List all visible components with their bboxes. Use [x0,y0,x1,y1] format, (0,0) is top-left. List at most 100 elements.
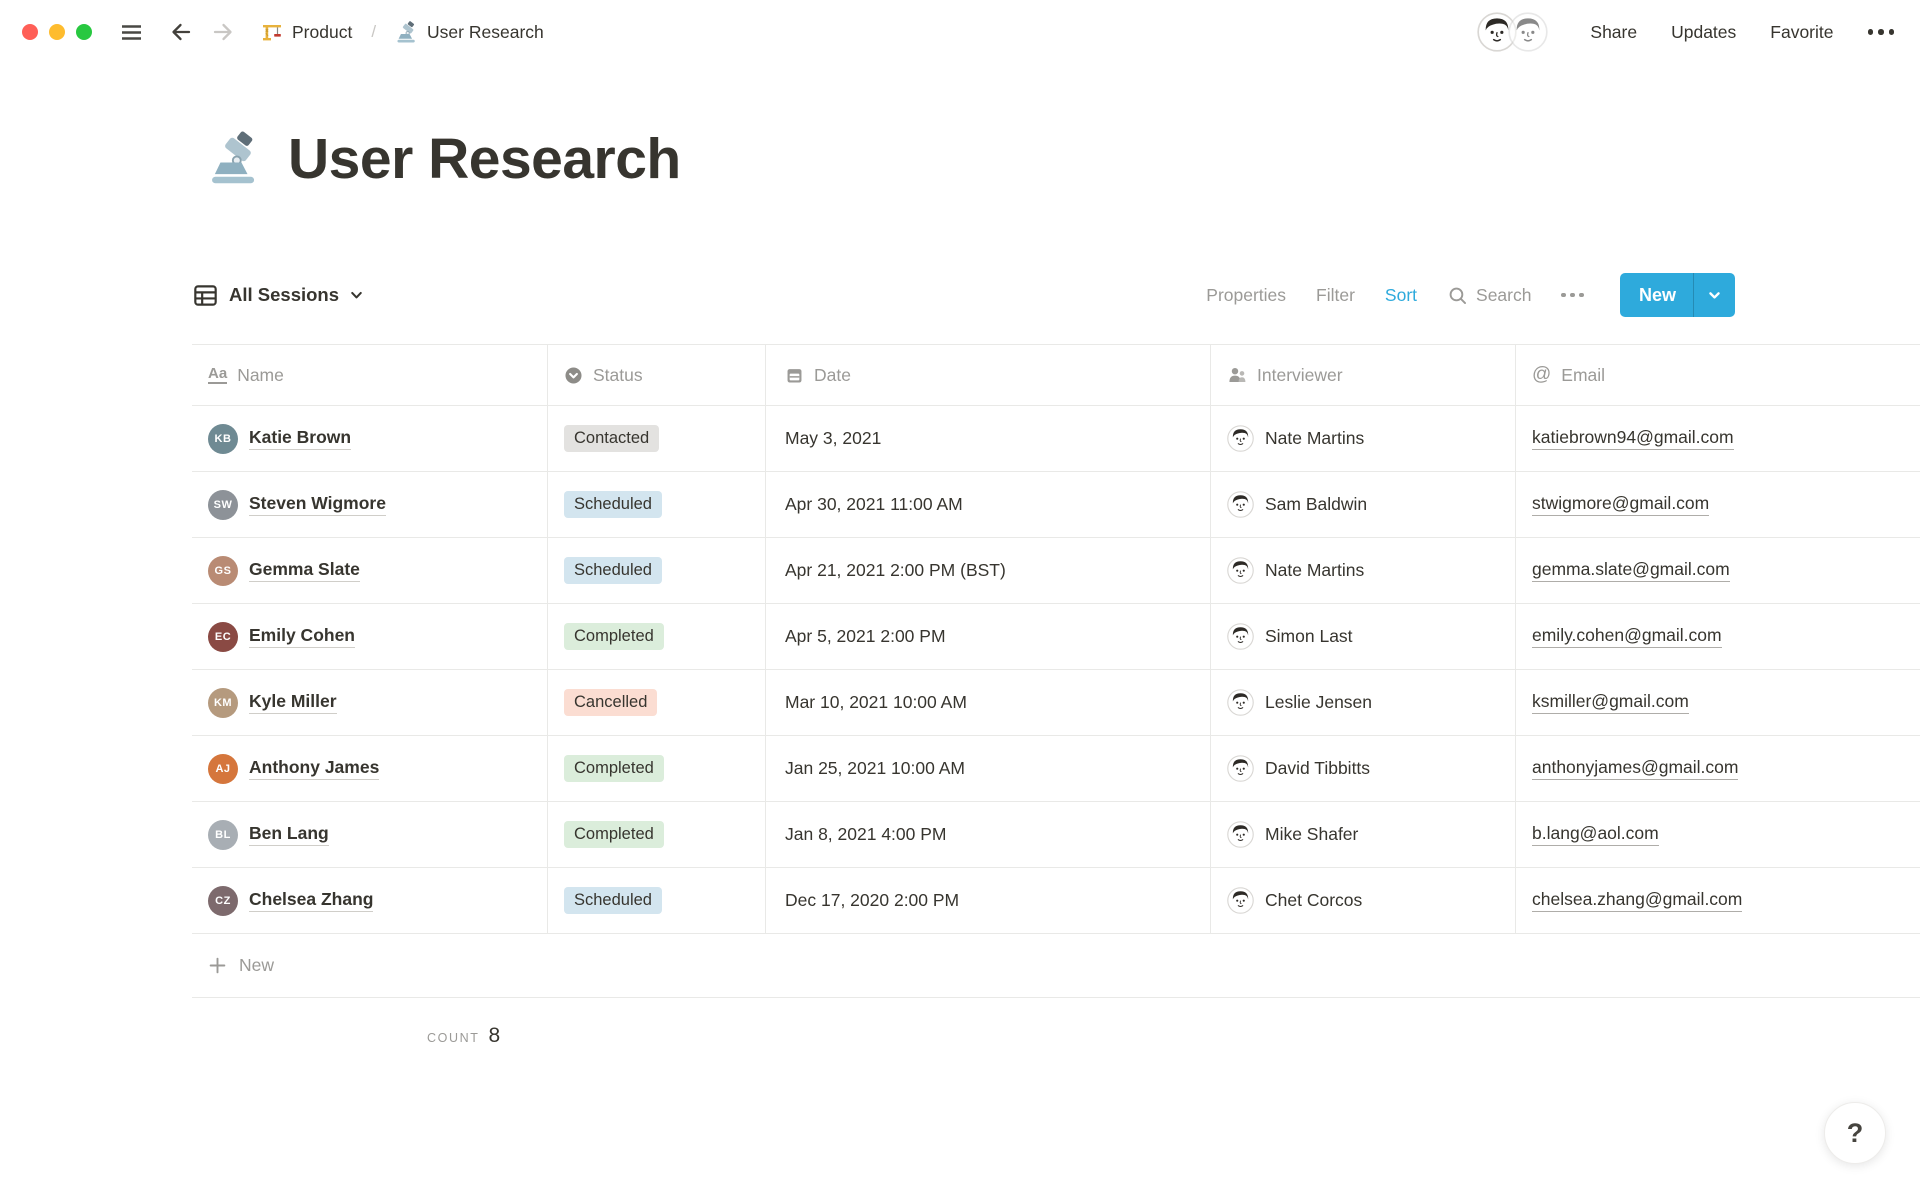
record-name-link[interactable]: Ben Lang [249,823,329,846]
email-link[interactable]: anthonyjames@gmail.com [1532,757,1739,780]
window-controls [22,24,92,40]
email-link[interactable]: chelsea.zhang@gmail.com [1532,889,1743,912]
view-more-options-icon[interactable] [1561,292,1584,298]
record-name-link[interactable]: Chelsea Zhang [249,889,374,912]
name-cell[interactable]: AJ Anthony James [192,736,548,801]
email-cell[interactable]: emily.cohen@gmail.com [1516,604,1920,669]
date-cell[interactable]: Jan 25, 2021 10:00 AM [766,736,1211,801]
email-cell[interactable]: anthonyjames@gmail.com [1516,736,1920,801]
table-row: GS Gemma Slate Scheduled Apr 21, 2021 2:00 … [192,538,1920,604]
date-cell[interactable]: Mar 10, 2021 10:00 AM [766,670,1211,735]
email-link[interactable]: gemma.slate@gmail.com [1532,559,1730,582]
date-cell[interactable]: Apr 5, 2021 2:00 PM [766,604,1211,669]
name-cell[interactable]: BL Ben Lang [192,802,548,867]
email-link[interactable]: b.lang@aol.com [1532,823,1659,846]
sidebar-menu-icon[interactable] [118,19,145,46]
properties-button[interactable]: Properties [1206,285,1286,306]
interviewer-cell[interactable]: Nate Martins [1211,406,1516,471]
avatar: AJ [208,753,238,784]
status-badge: Completed [564,623,664,650]
status-cell[interactable]: Scheduled [548,538,766,603]
status-cell[interactable]: Cancelled [548,670,766,735]
updates-button[interactable]: Updates [1671,22,1736,43]
name-cell[interactable]: GS Gemma Slate [192,538,548,603]
minimize-window-button[interactable] [49,24,65,40]
interviewer-cell[interactable]: Leslie Jensen [1211,670,1516,735]
at-icon: @ [1532,364,1552,385]
status-cell[interactable]: Scheduled [548,472,766,537]
breadcrumb-item-product[interactable]: Product [292,22,352,43]
breadcrumb-item-user-research[interactable]: User Research [427,22,544,43]
page-content: User Research All Sessions Properties Fi… [0,126,1920,1048]
status-cell[interactable]: Scheduled [548,868,766,933]
status-cell[interactable]: Completed [548,604,766,669]
email-cell[interactable]: b.lang@aol.com [1516,802,1920,867]
count-label[interactable]: COUNT [427,1031,479,1045]
column-header-status[interactable]: Status [548,345,766,405]
email-link[interactable]: ksmiller@gmail.com [1532,691,1689,714]
interviewer-avatar [1227,557,1254,584]
date-value: Dec 17, 2020 2:00 PM [785,890,960,910]
collaborator-avatar[interactable] [1508,12,1549,52]
email-cell[interactable]: katiebrown94@gmail.com [1516,406,1920,471]
name-cell[interactable]: KM Kyle Miller [192,670,548,735]
interviewer-cell[interactable]: Nate Martins [1211,538,1516,603]
date-cell[interactable]: Jan 8, 2021 4:00 PM [766,802,1211,867]
calendar-icon [785,366,804,385]
email-link[interactable]: emily.cohen@gmail.com [1532,625,1722,648]
more-options-icon[interactable] [1867,29,1894,35]
new-button-dropdown-icon[interactable] [1694,273,1735,317]
sort-button[interactable]: Sort [1385,285,1417,306]
back-arrow-icon[interactable] [167,18,195,46]
record-name-link[interactable]: Anthony James [249,757,380,780]
email-cell[interactable]: chelsea.zhang@gmail.com [1516,868,1920,933]
status-cell[interactable]: Completed [548,736,766,801]
record-name-link[interactable]: Steven Wigmore [249,493,386,516]
collaborator-avatars [1477,12,1549,52]
new-button-label[interactable]: New [1620,273,1693,317]
record-name-link[interactable]: Gemma Slate [249,559,360,582]
view-switcher[interactable]: All Sessions [192,282,364,309]
column-header-interviewer[interactable]: Interviewer [1211,345,1516,405]
date-cell[interactable]: May 3, 2021 [766,406,1211,471]
interviewer-cell[interactable]: Sam Baldwin [1211,472,1516,537]
share-button[interactable]: Share [1590,22,1637,43]
zoom-window-button[interactable] [76,24,92,40]
help-button[interactable]: ? [1824,1102,1886,1164]
record-name-link[interactable]: Katie Brown [249,427,352,450]
search-button[interactable]: Search [1447,285,1531,306]
email-cell[interactable]: stwigmore@gmail.com [1516,472,1920,537]
record-name-link[interactable]: Emily Cohen [249,625,355,648]
close-window-button[interactable] [22,24,38,40]
status-cell[interactable]: Completed [548,802,766,867]
name-cell[interactable]: EC Emily Cohen [192,604,548,669]
avatar: KB [208,423,238,454]
email-link[interactable]: stwigmore@gmail.com [1532,493,1710,516]
interviewer-cell[interactable]: Mike Shafer [1211,802,1516,867]
name-cell[interactable]: KB Katie Brown [192,406,548,471]
status-cell[interactable]: Contacted [548,406,766,471]
record-name-link[interactable]: Kyle Miller [249,691,337,714]
interviewer-cell[interactable]: Chet Corcos [1211,868,1516,933]
email-link[interactable]: katiebrown94@gmail.com [1532,427,1734,450]
status-badge: Scheduled [564,491,662,518]
name-cell[interactable]: SW Steven Wigmore [192,472,548,537]
interviewer-cell[interactable]: Simon Last [1211,604,1516,669]
email-cell[interactable]: gemma.slate@gmail.com [1516,538,1920,603]
microscope-icon[interactable] [206,131,262,187]
plus-icon [208,956,227,975]
email-cell[interactable]: ksmiller@gmail.com [1516,670,1920,735]
name-cell[interactable]: CZ Chelsea Zhang [192,868,548,933]
date-cell[interactable]: Apr 21, 2021 2:00 PM (BST) [766,538,1211,603]
forward-arrow-icon[interactable] [209,18,237,46]
date-cell[interactable]: Apr 30, 2021 11:00 AM [766,472,1211,537]
date-cell[interactable]: Dec 17, 2020 2:00 PM [766,868,1211,933]
new-record-button[interactable]: New [1619,273,1735,317]
column-header-name[interactable]: Aa Name [192,345,548,405]
column-header-email[interactable]: @ Email [1516,345,1920,405]
filter-button[interactable]: Filter [1316,285,1355,306]
favorite-button[interactable]: Favorite [1770,22,1833,43]
interviewer-cell[interactable]: David Tibbitts [1211,736,1516,801]
new-row-button[interactable]: New [192,934,1920,998]
column-header-date[interactable]: Date [766,345,1211,405]
